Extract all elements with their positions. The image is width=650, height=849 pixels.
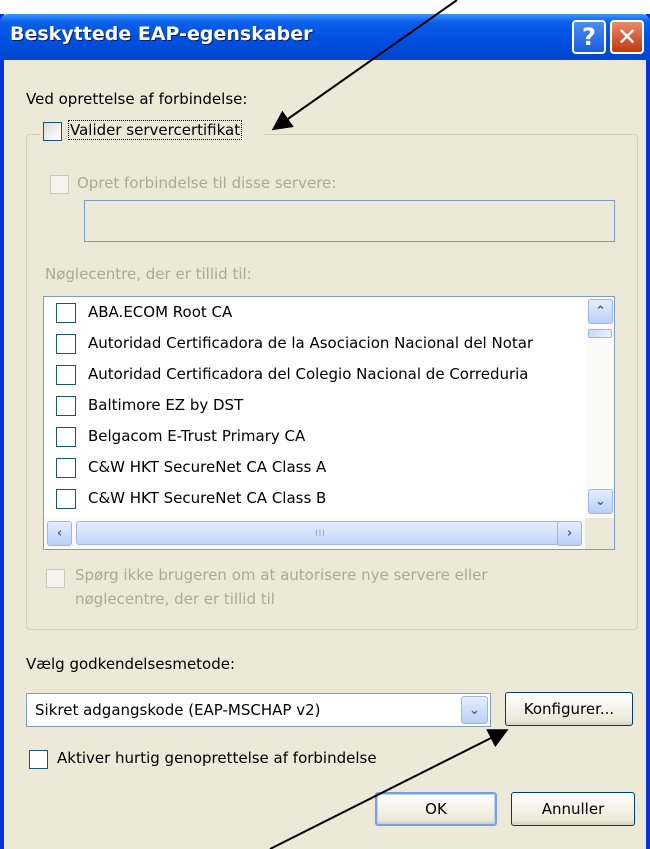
annotation-arrows (269, 0, 509, 849)
arrow-to-validate-cert (271, 0, 458, 131)
arrow-to-configure (269, 729, 509, 849)
